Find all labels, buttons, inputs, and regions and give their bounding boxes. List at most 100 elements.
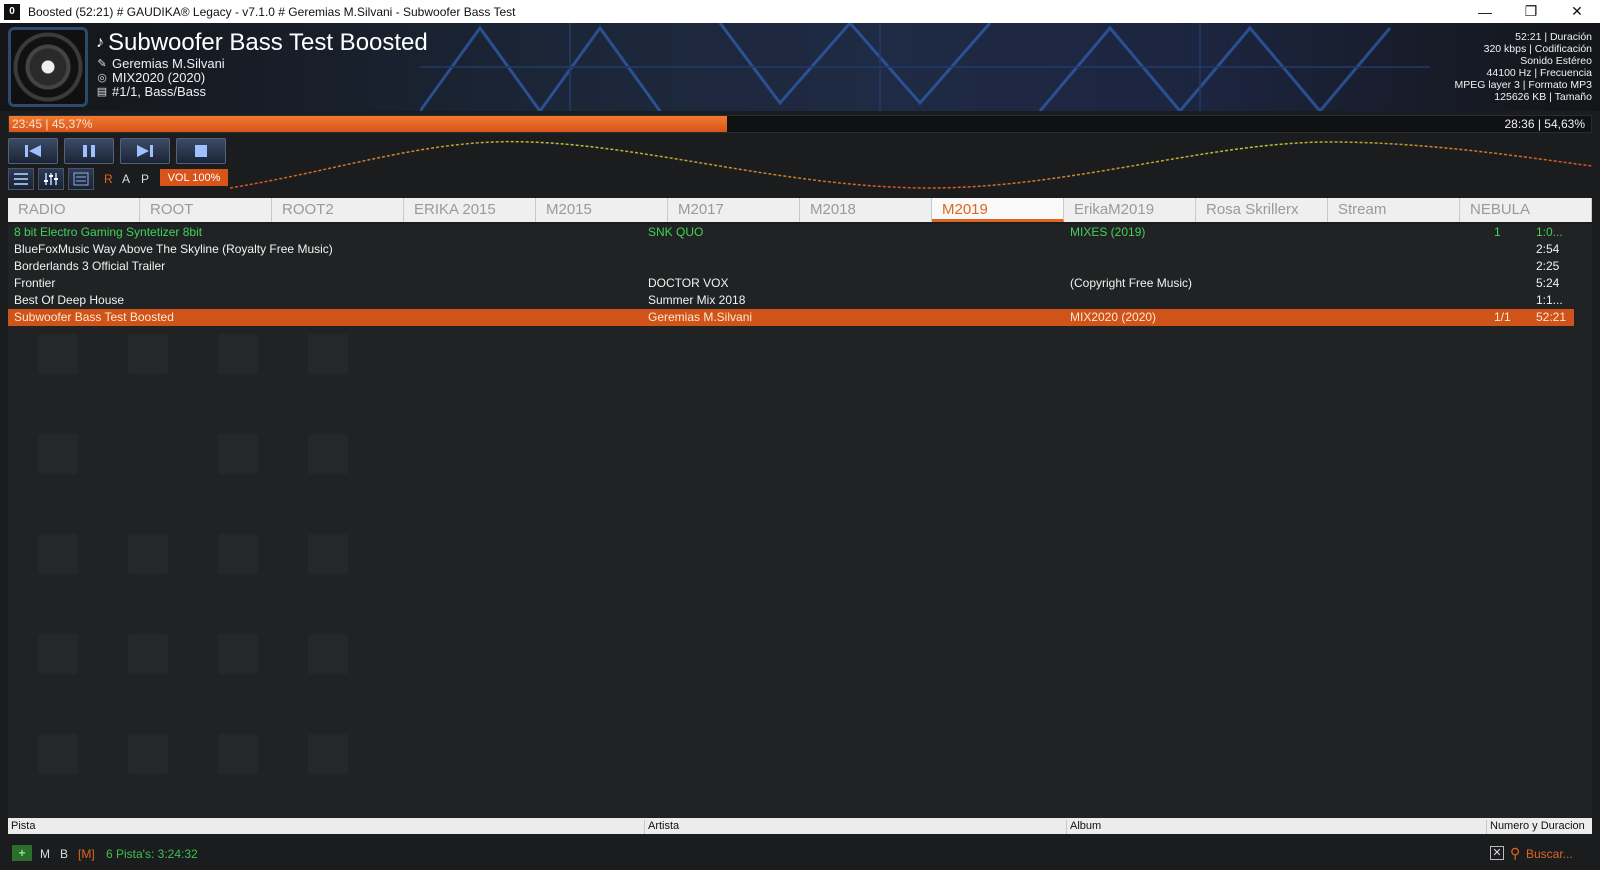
- list-icon: ▤: [96, 86, 108, 98]
- stop-icon: [195, 145, 207, 157]
- repeat-toggle[interactable]: R: [104, 172, 113, 186]
- row-duration: 1:0...: [1536, 225, 1563, 239]
- column-number-duration[interactable]: Numero y Duracion: [1486, 820, 1585, 834]
- tech-frequency: 44100 Hz | Frecuencia: [1486, 67, 1592, 79]
- tab-root[interactable]: ROOT: [140, 198, 272, 222]
- row-artist: SNK QUO: [648, 225, 704, 239]
- tab-nebula[interactable]: NEBULA: [1460, 198, 1592, 222]
- playlist-row-playing[interactable]: Subwoofer Bass Test Boosted Geremias M.Si…: [8, 309, 1574, 326]
- list-view-icon: [14, 173, 28, 185]
- equalizer-button[interactable]: [38, 168, 64, 190]
- elapsed-time: 23:45 | 45,37%: [12, 117, 93, 131]
- playlist-row[interactable]: Borderlands 3 Official Trailer 2:25: [8, 258, 1574, 275]
- row-track: Best Of Deep House: [14, 293, 125, 307]
- row-artist: Geremias M.Silvani: [648, 310, 753, 324]
- app-icon: 0: [4, 3, 20, 20]
- pause-button[interactable]: [64, 138, 114, 164]
- row-duration: 52:21: [1536, 310, 1567, 324]
- volume-control[interactable]: VOL 100%: [160, 169, 228, 186]
- column-header-bar: Pista Artista Album Numero y Duracion: [8, 818, 1592, 834]
- seek-bar[interactable]: 23:45 | 45,37% 28:36 | 54,63%: [8, 115, 1592, 133]
- row-duration: 2:25: [1536, 259, 1560, 273]
- tab-rosa-skrillerx[interactable]: Rosa Skrillerx: [1196, 198, 1328, 222]
- now-playing-header: ♪ Subwoofer Bass Test Boosted ✎ Geremias M…: [0, 23, 1600, 111]
- tab-radio[interactable]: RADIO: [8, 198, 140, 222]
- auto-toggle[interactable]: A: [122, 172, 130, 186]
- equalizer-icon: [44, 173, 58, 185]
- mode-b-button[interactable]: B: [60, 847, 68, 861]
- previous-button[interactable]: [8, 138, 58, 164]
- artist-icon: ✎: [97, 58, 107, 70]
- mode-indicator[interactable]: [M]: [78, 847, 95, 861]
- row-duration: 5:24: [1536, 276, 1560, 290]
- pause-toggle[interactable]: P: [141, 172, 149, 186]
- playlist-view-button[interactable]: [8, 168, 34, 190]
- stop-button[interactable]: [176, 138, 226, 164]
- previous-icon: [25, 145, 41, 157]
- next-icon: [137, 145, 153, 157]
- playlist-row[interactable]: Best Of Deep House Summer Mix 2018 1:1...: [8, 292, 1574, 309]
- row-number: 1/1: [1494, 310, 1511, 324]
- minimize-button[interactable]: —: [1462, 0, 1508, 23]
- tech-channels: Sonido Estéreo: [1520, 55, 1592, 67]
- music-note-icon: ♪: [96, 34, 104, 51]
- tab-m2017[interactable]: M2017: [668, 198, 800, 222]
- album-cover: [8, 27, 88, 107]
- row-album: MIX2020 (2020): [1070, 310, 1157, 324]
- now-playing-artist: Geremias M.Silvani: [112, 56, 225, 71]
- column-album[interactable]: Album: [1066, 820, 1101, 834]
- row-track: 8 bit Electro Gaming Syntetizer 8bit: [14, 225, 203, 239]
- tab-m2015[interactable]: M2015: [536, 198, 668, 222]
- title-bar: 0 Boosted (52:21) # GAUDIKA® Legacy - v7…: [0, 0, 1600, 23]
- tech-duration: 52:21 | Duración: [1515, 31, 1592, 43]
- tab-stream[interactable]: Stream: [1328, 198, 1460, 222]
- library-button[interactable]: [68, 168, 94, 190]
- header-background-art: [420, 23, 1430, 111]
- add-button[interactable]: +: [12, 845, 32, 861]
- row-duration: 1:1...: [1536, 293, 1563, 307]
- now-playing-track-info: #1/1, Bass/Bass: [112, 84, 206, 99]
- status-bar: + M B [M] 6 Pista's: 3:24:32 ✕ ⚲ Buscar.…: [8, 842, 1592, 866]
- search-icon[interactable]: ⚲: [1510, 845, 1520, 862]
- playlist-row[interactable]: BlueFoxMusic Way Above The Skyline (Roya…: [8, 241, 1574, 258]
- mode-m-button[interactable]: M: [40, 847, 50, 861]
- library-icon: [73, 172, 89, 186]
- tech-format: MPEG layer 3 | Formato MP3: [1454, 79, 1592, 91]
- window-title: Boosted (52:21) # GAUDIKA® Legacy - v7.1…: [28, 4, 516, 19]
- row-track: Subwoofer Bass Test Boosted: [14, 310, 174, 324]
- column-artist[interactable]: Artista: [644, 820, 679, 834]
- clear-search-button[interactable]: ✕: [1490, 846, 1504, 860]
- tab-erika-2015[interactable]: ERIKA 2015: [404, 198, 536, 222]
- tech-info: 52:21 | Duración 320 kbps | Codificación…: [1454, 31, 1592, 103]
- playlist-tabs: RADIO ROOT ROOT2 ERIKA 2015 M2015 M2017 M2018 M…: [8, 198, 1592, 222]
- track-count: 6 Pista's: 3:24:32: [106, 847, 198, 861]
- pause-icon: [83, 145, 95, 157]
- remaining-time: 28:36 | 54,63%: [1504, 117, 1585, 131]
- tech-size: 125626 KB | Tamaño: [1494, 91, 1592, 103]
- row-artist: DOCTOR VOX: [648, 276, 729, 290]
- next-button[interactable]: [120, 138, 170, 164]
- tech-bitrate: 320 kbps | Codificación: [1483, 43, 1592, 55]
- column-track[interactable]: Pista: [8, 820, 35, 834]
- seek-bar-fill: [9, 116, 727, 132]
- row-artist: Summer Mix 2018: [648, 293, 746, 307]
- now-playing-album: MIX2020 (2020): [112, 70, 206, 85]
- playlist-row[interactable]: Frontier DOCTOR VOX (Copyright Free Music)…: [8, 275, 1574, 292]
- row-number: 1: [1494, 225, 1501, 239]
- tab-root2[interactable]: ROOT2: [272, 198, 404, 222]
- restore-button[interactable]: ❐: [1508, 0, 1554, 23]
- tab-erikam2019[interactable]: ErikaM2019: [1064, 198, 1196, 222]
- tab-m2019[interactable]: M2019: [932, 198, 1064, 222]
- row-track: BlueFoxMusic Way Above The Skyline (Roya…: [14, 242, 333, 256]
- row-album: MIXES (2019): [1070, 225, 1146, 239]
- row-duration: 2:54: [1536, 242, 1560, 256]
- row-track: Frontier: [14, 276, 56, 290]
- now-playing-title: Subwoofer Bass Test Boosted: [108, 29, 428, 56]
- row-album: (Copyright Free Music): [1070, 276, 1193, 290]
- search-input[interactable]: Buscar...: [1526, 847, 1573, 861]
- playlist-row[interactable]: 8 bit Electro Gaming Syntetizer 8bit SNK …: [8, 224, 1574, 241]
- row-track: Borderlands 3 Official Trailer: [14, 259, 166, 273]
- tab-m2018[interactable]: M2018: [800, 198, 932, 222]
- close-button[interactable]: ✕: [1554, 0, 1600, 23]
- disc-icon: ◎: [97, 72, 107, 84]
